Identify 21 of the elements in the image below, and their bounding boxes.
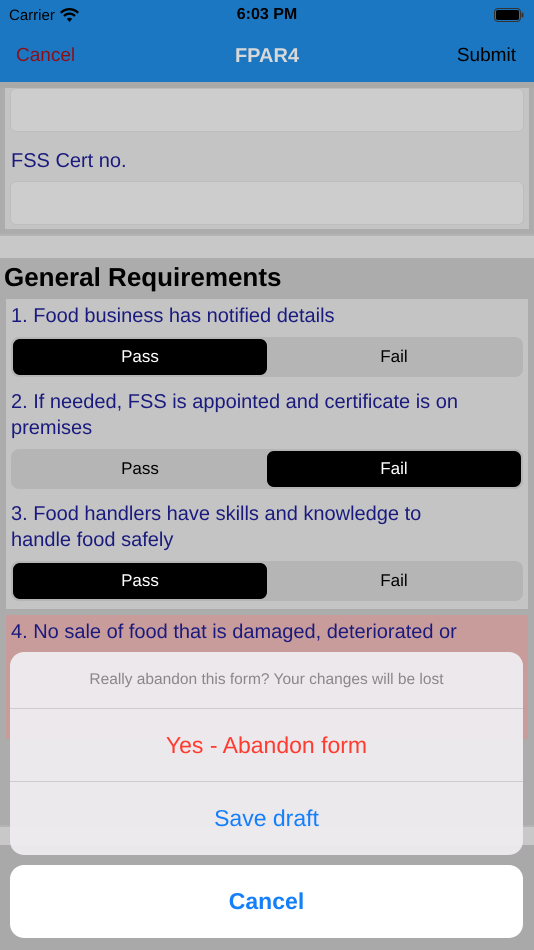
question-text: 1. Food business has notified details bbox=[11, 304, 336, 329]
segment-option[interactable]: Fail bbox=[267, 339, 521, 375]
field-label: FSS Cert no. bbox=[11, 149, 127, 173]
wifi-icon bbox=[60, 8, 79, 22]
question-text: 4. No sale of food that is damaged, deteriorated or bbox=[11, 620, 458, 645]
question-text: 2. If needed, FSS is appointed and certificate is on premises bbox=[11, 390, 459, 441]
input-field[interactable] bbox=[10, 88, 524, 132]
question-text: 3. Food handlers have skills and knowledge to handle food safely bbox=[11, 502, 422, 553]
section-heading: General Requirements bbox=[4, 262, 282, 293]
carrier-label: Carrier bbox=[9, 6, 55, 24]
segment-option[interactable]: Fail bbox=[267, 451, 521, 487]
battery-icon bbox=[494, 8, 524, 22]
alert-message: Really abandon this form? Your changes will be lost bbox=[89, 671, 444, 689]
cancel-button[interactable]: Cancel bbox=[10, 865, 523, 938]
clock: 6:03 PM bbox=[236, 6, 298, 23]
segment-option[interactable]: Pass bbox=[13, 451, 267, 487]
segment-option[interactable]: Pass bbox=[13, 339, 267, 375]
segment-option[interactable]: Fail bbox=[267, 563, 521, 599]
screen-title: FPAR4 bbox=[234, 44, 300, 66]
submit-link[interactable]: Submit bbox=[456, 45, 516, 67]
segment-option[interactable]: Pass bbox=[13, 563, 267, 599]
